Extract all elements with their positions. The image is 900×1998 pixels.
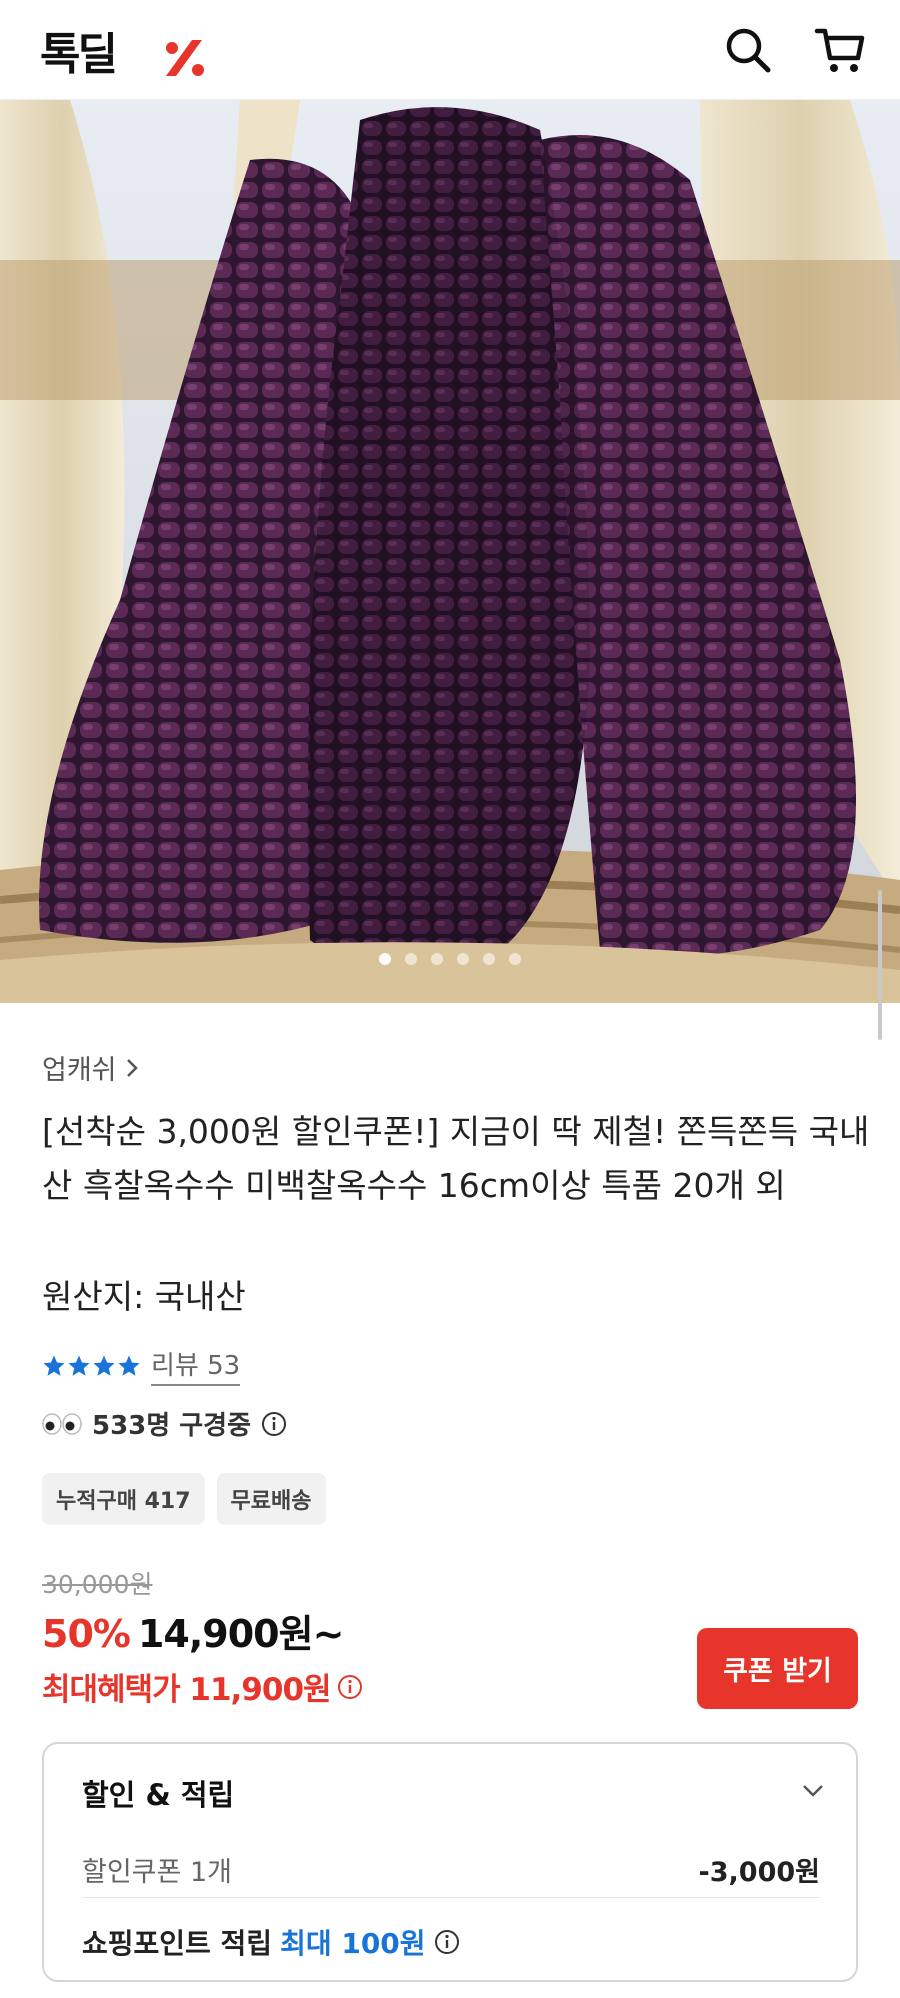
chevron-down-icon[interactable] bbox=[800, 1782, 826, 1800]
eyes-icon bbox=[42, 1412, 82, 1436]
logo[interactable]: 톡딜 bbox=[40, 22, 204, 80]
gallery-dot[interactable] bbox=[457, 953, 469, 965]
gallery-dot[interactable] bbox=[405, 953, 417, 965]
logo-text: 톡딜 bbox=[40, 29, 118, 80]
review-count-link[interactable]: 리뷰 53 bbox=[151, 1345, 241, 1386]
product-title: [선착순 3,000원 할인쿠폰!] 지금이 딱 제철! 쫀득쫀득 국내산 흑찰… bbox=[42, 1112, 870, 1205]
top-header: 톡딜 bbox=[0, 0, 900, 100]
info-icon[interactable] bbox=[337, 1674, 363, 1700]
coupon-discount-row: 할인쿠폰 1개 -3,000원 bbox=[82, 1850, 820, 1889]
seller-link[interactable]: 업캐쉬 bbox=[42, 1048, 141, 1087]
viewing-text: 533명 구경중 bbox=[92, 1411, 252, 1441]
shopping-points-row: 쇼핑포인트 적립 최대 100원 bbox=[82, 1922, 460, 1962]
max-benefit-text: 최대혜택가 11,900원 bbox=[42, 1672, 332, 1708]
product-image bbox=[0, 100, 900, 1003]
search-icon bbox=[726, 28, 771, 73]
tag-free-shipping: 무료배송 bbox=[216, 1473, 326, 1525]
divider bbox=[82, 1897, 820, 1898]
points-value: 최대 100원 bbox=[280, 1927, 426, 1960]
seller-name: 업캐쉬 bbox=[42, 1055, 117, 1086]
percent-logo-icon bbox=[166, 40, 204, 76]
sale-price: 14,900원~ bbox=[137, 1612, 344, 1656]
original-price: 30,000원 bbox=[42, 1570, 153, 1599]
cart-button[interactable] bbox=[814, 24, 866, 76]
get-coupon-button[interactable]: 쿠폰 받기 bbox=[697, 1628, 858, 1709]
discount-rate: 50% bbox=[42, 1612, 131, 1656]
star-icon bbox=[118, 1355, 140, 1376]
panel-title: 할인 & 적립 bbox=[82, 1778, 235, 1812]
info-icon[interactable] bbox=[434, 1929, 460, 1955]
chevron-right-icon bbox=[126, 1058, 138, 1077]
discount-points-panel: 할인 & 적립 할인쿠폰 1개 -3,000원 쇼핑포인트 적립 최대 100원 bbox=[42, 1742, 858, 1982]
coupon-label: 할인쿠폰 1개 bbox=[82, 1857, 232, 1888]
star-icon bbox=[93, 1355, 115, 1376]
gallery-pagination bbox=[0, 953, 900, 965]
cart-icon bbox=[814, 28, 865, 72]
product-tags: 누적구매 417 무료배송 bbox=[42, 1473, 326, 1525]
points-label: 쇼핑포인트 적립 bbox=[82, 1927, 273, 1960]
viewing-count: 533명 구경중 bbox=[42, 1405, 287, 1442]
gallery-dot[interactable] bbox=[379, 953, 391, 965]
product-image-gallery[interactable] bbox=[0, 100, 900, 1003]
rating-stars bbox=[42, 1354, 141, 1378]
price-row: 50% 14,900원~ bbox=[42, 1603, 344, 1658]
search-button[interactable] bbox=[722, 24, 774, 76]
rating-row: 리뷰 53 bbox=[42, 1345, 241, 1386]
tag-cumulative-purchases: 누적구매 417 bbox=[42, 1473, 205, 1525]
coupon-amount: -3,000원 bbox=[698, 1857, 820, 1888]
star-icon bbox=[43, 1355, 65, 1376]
gallery-dot[interactable] bbox=[483, 953, 495, 965]
info-icon[interactable] bbox=[261, 1411, 287, 1437]
max-benefit-price: 최대혜택가 11,900원 bbox=[42, 1664, 363, 1709]
product-origin: 원산지: 국내산 bbox=[42, 1277, 246, 1316]
page-scrollbar[interactable] bbox=[878, 890, 882, 1040]
gallery-dot[interactable] bbox=[431, 953, 443, 965]
star-icon bbox=[68, 1355, 90, 1376]
gallery-dot[interactable] bbox=[509, 953, 521, 965]
